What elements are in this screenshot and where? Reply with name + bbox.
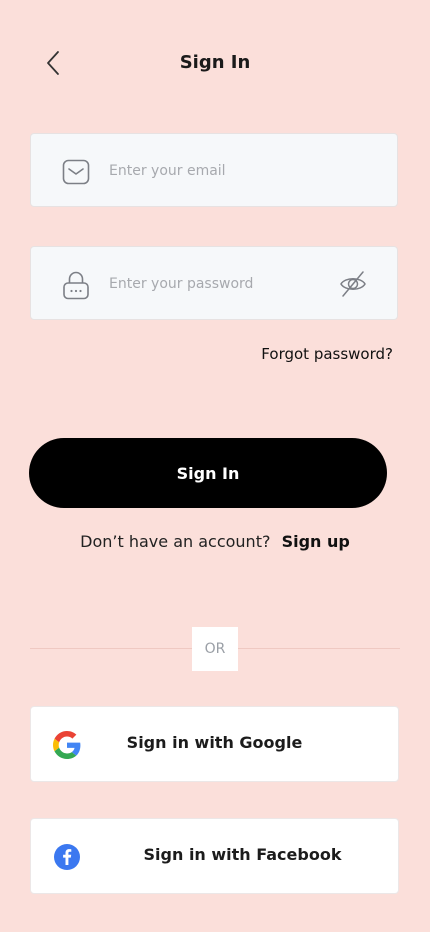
sign-up-link[interactable]: Sign up	[282, 532, 350, 551]
password-field[interactable]	[30, 246, 398, 320]
password-input[interactable]	[109, 265, 329, 303]
email-field[interactable]	[30, 133, 398, 207]
sign-in-google-button[interactable]: Sign in with Google	[30, 706, 399, 782]
or-divider-label: OR	[192, 627, 238, 671]
facebook-logo-icon	[53, 843, 81, 871]
google-button-label: Sign in with Google	[126, 733, 303, 752]
signup-prompt-row: Don’t have an account? Sign up	[0, 532, 430, 551]
sign-in-button[interactable]: Sign In	[29, 438, 387, 508]
mail-icon	[62, 158, 90, 186]
page-title: Sign In	[179, 52, 251, 73]
signup-prompt-text: Don’t have an account?	[80, 532, 271, 551]
forgot-password-link[interactable]: Forgot password?	[261, 345, 393, 363]
lock-icon	[62, 271, 90, 300]
email-input[interactable]	[109, 152, 329, 190]
eye-off-icon[interactable]	[338, 269, 368, 299]
facebook-button-label: Sign in with Facebook	[143, 845, 342, 864]
sign-in-facebook-button[interactable]: Sign in with Facebook	[30, 818, 399, 894]
